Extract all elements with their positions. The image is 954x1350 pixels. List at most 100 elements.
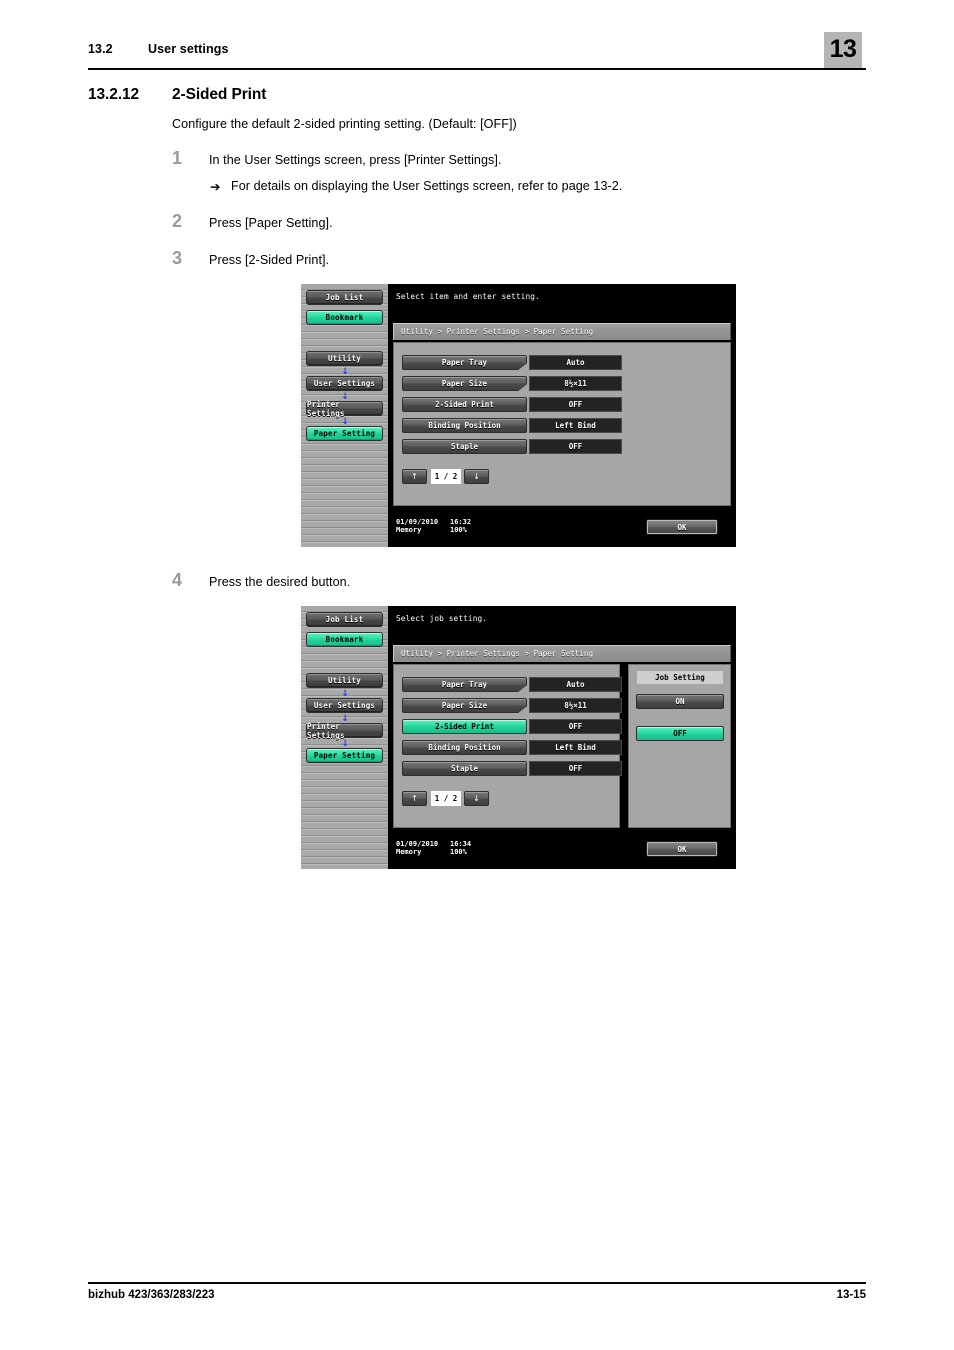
header-rule: [88, 68, 866, 70]
flow-down-arrow-icon-1: [341, 368, 349, 377]
lcd-job-setting-option-off[interactable]: OFF: [636, 726, 724, 741]
lcd-setting-row: Paper Tray Auto: [402, 677, 622, 692]
flow-down-arrow-icon-3: [341, 418, 349, 427]
lcd-job-setting-option-on[interactable]: ON: [636, 694, 724, 709]
lcd-status-date: 01/09/2010: [396, 840, 439, 848]
step-text-2: Press [Paper Setting].: [209, 216, 333, 230]
lcd-setting-value-binding-position: Left Bind: [529, 740, 622, 755]
lcd-page-indicator: 1 / 2: [431, 791, 461, 806]
page-title: 2-Sided Print: [172, 86, 267, 103]
lcd-setting-value-paper-tray: Auto: [529, 355, 622, 370]
page-up-icon[interactable]: ↑: [402, 791, 427, 806]
lcd-setting-label-staple[interactable]: Staple: [402, 761, 527, 776]
lcd-setting-label-paper-tray[interactable]: Paper Tray: [402, 355, 527, 370]
lcd-sidebar-button-user-settings[interactable]: User Settings: [306, 376, 383, 391]
lcd-setting-value-2-sided-print: OFF: [529, 397, 622, 412]
lcd-status-time: 16:32: [450, 518, 472, 526]
lcd-setting-value-paper-size: 8½×11: [529, 698, 622, 713]
lcd-setting-label-binding-position[interactable]: Binding Position: [402, 418, 527, 433]
lcd-status-memory-label: Memory: [396, 848, 422, 856]
lcd-sidebar-button-user-settings[interactable]: User Settings: [306, 698, 383, 713]
lcd-page-indicator: 1 / 2: [431, 469, 461, 484]
step-substep-1: For details on displaying the User Setti…: [231, 179, 623, 193]
lcd-message-text: Select job setting.: [396, 614, 488, 623]
lcd-breadcrumb-text: Utility > Printer Settings > Paper Setti…: [401, 649, 594, 658]
lcd-setting-row: Paper Size 8½×11: [402, 698, 622, 713]
lcd-setting-label-binding-position[interactable]: Binding Position: [402, 740, 527, 755]
lcd-sidebar-button-job-list[interactable]: Job List: [306, 290, 383, 305]
flow-down-arrow-icon-1: [341, 690, 349, 699]
lcd-setting-value-staple: OFF: [529, 439, 622, 454]
lcd-setting-value-2-sided-print: OFF: [529, 719, 622, 734]
page-down-icon[interactable]: ↓: [464, 469, 489, 484]
lcd-setting-row: Binding Position Left Bind: [402, 418, 622, 433]
step-number-4: 4: [172, 570, 183, 590]
lcd-screenshot-1: Job List Bookmark Utility User Settings Prin…: [301, 284, 736, 547]
lcd-ok-button[interactable]: OK: [646, 841, 718, 857]
header-section-number: 13.2: [88, 42, 113, 56]
lcd-job-setting-panel: Job Setting ON OFF: [628, 664, 731, 828]
arrow-icon: ➔: [210, 180, 221, 194]
step-number-2: 2: [172, 211, 183, 231]
lcd-setting-row: Paper Tray Auto: [402, 355, 622, 370]
lcd-sidebar-button-utility[interactable]: Utility: [306, 351, 383, 366]
lcd-breadcrumb: Utility > Printer Settings > Paper Setti…: [393, 645, 731, 662]
lcd-settings-list: Paper Tray Auto Paper Size 8½×11 2-Sided Pri…: [393, 664, 622, 828]
lcd-message-bar: Select job setting.: [388, 606, 736, 641]
lcd-status-memory-label: Memory: [396, 526, 422, 534]
step-text-3: Press [2-Sided Print].: [209, 253, 330, 267]
lcd-setting-label-2-sided-print[interactable]: 2-Sided Print: [402, 719, 527, 734]
lcd-job-setting-title: Job Setting: [637, 671, 723, 684]
lcd-sidebar-button-paper-setting[interactable]: Paper Setting: [306, 426, 383, 441]
lcd-setting-row: Staple OFF: [402, 761, 622, 776]
lcd-setting-label-paper-tray[interactable]: Paper Tray: [402, 677, 527, 692]
lcd-setting-value-paper-tray: Auto: [529, 677, 622, 692]
lcd-status-time: 16:34: [450, 840, 472, 848]
lcd-sidebar-button-paper-setting[interactable]: Paper Setting: [306, 748, 383, 763]
lcd-setting-row: Paper Size 8½×11: [402, 376, 622, 391]
page-down-icon[interactable]: ↓: [464, 791, 489, 806]
lcd-status-bar: 01/09/2010 16:34 Memory 100% OK: [388, 835, 736, 869]
flow-down-arrow-icon-2: [341, 715, 349, 724]
footer-page-number: 13-15: [836, 1289, 866, 1301]
lcd-setting-row: Staple OFF: [402, 439, 622, 454]
lcd-sidebar-button-job-list[interactable]: Job List: [306, 612, 383, 627]
lcd-message-bar: Select item and enter setting.: [388, 284, 736, 319]
lcd-setting-label-paper-size[interactable]: Paper Size: [402, 698, 527, 713]
lcd-setting-label-staple[interactable]: Staple: [402, 439, 527, 454]
lcd-sidebar-button-printer-settings[interactable]: Printer Settings: [306, 400, 383, 418]
lcd-setting-label-paper-size[interactable]: Paper Size: [402, 376, 527, 391]
step-number-1: 1: [172, 148, 183, 168]
lcd-sidebar-button-bookmark[interactable]: Bookmark: [306, 310, 383, 325]
lcd-setting-row: 2-Sided Print OFF: [402, 397, 622, 412]
lcd-pager: ↑ 1 / 2 ↓: [402, 469, 492, 484]
manual-page: 13.2 User settings 13 13.2.12 2-Sided Pr…: [0, 0, 954, 1350]
lcd-status-memory-value: 100%: [450, 526, 467, 534]
footer-rule: [88, 1282, 866, 1284]
lcd-settings-list: Paper Tray Auto Paper Size 8½×11 2-Sided Pri…: [393, 342, 731, 506]
lcd-setting-value-paper-size: 8½×11: [529, 376, 622, 391]
flow-down-arrow-icon-3: [341, 740, 349, 749]
chapter-tab: 13: [824, 32, 862, 68]
lcd-status-date: 01/09/2010: [396, 518, 439, 526]
lcd-breadcrumb: Utility > Printer Settings > Paper Setti…: [393, 323, 731, 340]
lcd-setting-label-2-sided-print[interactable]: 2-Sided Print: [402, 397, 527, 412]
lcd-setting-row: 2-Sided Print OFF: [402, 719, 622, 734]
flow-down-arrow-icon-2: [341, 393, 349, 402]
lcd-breadcrumb-text: Utility > Printer Settings > Paper Setti…: [401, 327, 594, 336]
step-number-3: 3: [172, 248, 183, 268]
page-up-icon[interactable]: ↑: [402, 469, 427, 484]
header-section-title: User settings: [148, 42, 229, 56]
lcd-sidebar-button-bookmark[interactable]: Bookmark: [306, 632, 383, 647]
lcd-setting-value-staple: OFF: [529, 761, 622, 776]
running-header: 13.2 User settings: [88, 40, 866, 66]
lcd-setting-row: Binding Position Left Bind: [402, 740, 622, 755]
step-text-4: Press the desired button.: [209, 575, 351, 589]
step-text-1: In the User Settings screen, press [Prin…: [209, 153, 502, 167]
lcd-sidebar-button-utility[interactable]: Utility: [306, 673, 383, 688]
chapter-tab-number: 13: [829, 34, 857, 63]
section-intro: Configure the default 2-sided printing s…: [172, 117, 517, 131]
lcd-sidebar-button-printer-settings[interactable]: Printer Settings: [306, 722, 383, 740]
lcd-ok-button[interactable]: OK: [646, 519, 718, 535]
lcd-pager: ↑ 1 / 2 ↓: [402, 791, 492, 806]
